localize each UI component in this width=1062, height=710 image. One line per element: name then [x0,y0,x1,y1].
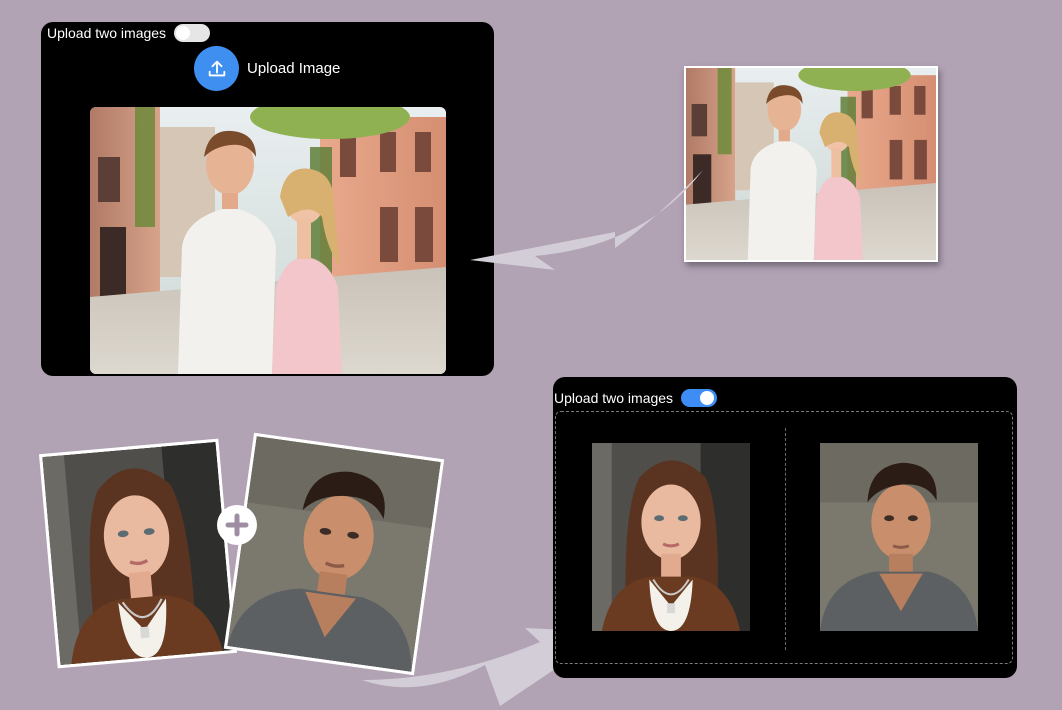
upload-two-images-label: Upload two images [554,390,674,406]
man-portrait-photo [223,432,445,676]
upload-two-images-toggle-row: Upload two images [554,388,718,408]
single-upload-panel: Upload two images Upload Image [41,22,494,376]
upload-icon [194,46,239,91]
slot-man-image[interactable] [820,443,978,631]
plus-icon [217,505,257,545]
woman-portrait-photo [38,438,238,669]
upload-two-images-toggle[interactable] [681,389,718,407]
source-photo [684,66,938,262]
upload-two-images-toggle[interactable] [174,24,211,42]
toggle-knob [700,391,715,405]
two-image-dropzone[interactable] [555,411,1013,664]
upload-two-images-label: Upload two images [47,25,167,41]
upload-two-images-toggle-row: Upload two images [47,23,211,43]
upload-image-button[interactable]: Upload Image [194,46,340,91]
arrow-to-top-panel-icon [470,170,703,270]
slot-divider [785,428,786,650]
slot-woman-image[interactable] [592,443,750,631]
upload-image-label: Upload Image [247,60,341,77]
preview-image [90,107,446,374]
two-image-upload-panel: Upload two images [553,377,1017,678]
toggle-knob [176,26,191,40]
